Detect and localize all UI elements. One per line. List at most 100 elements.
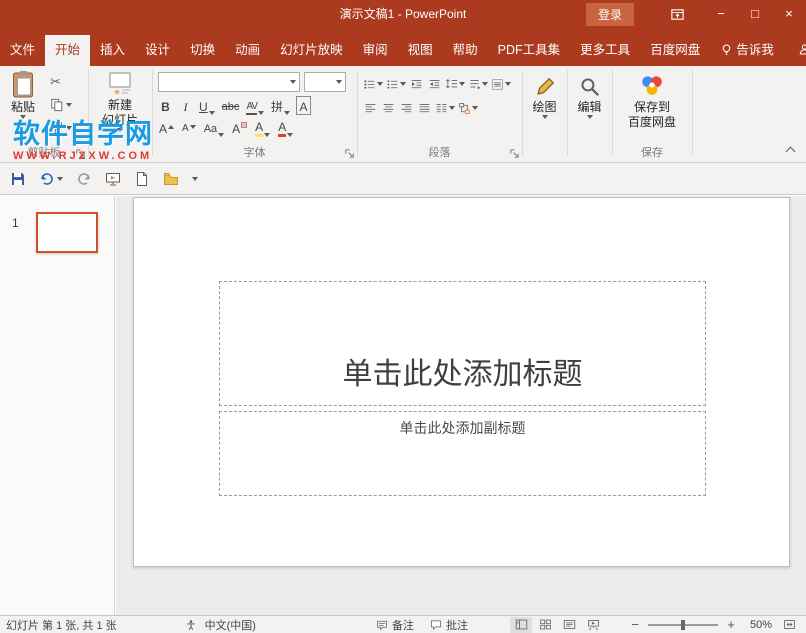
align-right-button[interactable] — [398, 98, 414, 118]
fit-to-window-button[interactable] — [778, 617, 800, 633]
drawing-button[interactable]: 绘图 — [526, 76, 563, 119]
tab-home[interactable]: 开始 — [45, 35, 90, 66]
minimize-button[interactable]: − — [704, 0, 738, 28]
character-spacing-button[interactable]: AV — [245, 96, 265, 115]
tell-me-box[interactable]: 告诉我 — [710, 35, 784, 66]
close-button[interactable]: × — [772, 0, 806, 28]
tab-file[interactable]: 文件 — [0, 35, 45, 66]
zoom-in-button[interactable]: + — [724, 617, 738, 632]
login-button[interactable]: 登录 — [586, 3, 634, 26]
increase-indent-button[interactable] — [426, 74, 442, 94]
clipboard-dialog-launcher[interactable] — [75, 148, 86, 159]
new-slide-button[interactable]: 新建 幻灯片 — [94, 70, 146, 132]
tab-slideshow[interactable]: 幻灯片放映 — [270, 35, 353, 66]
paragraph-group-label: 段落 — [357, 144, 522, 160]
ribbon-display-options-button[interactable] — [660, 0, 694, 28]
line-spacing-button[interactable] — [444, 74, 465, 94]
slide-canvas[interactable]: 单击此处添加标题 单击此处添加副标题 — [133, 197, 790, 567]
title-bar: 演示文稿1 - PowerPoint 登录 − □ × — [0, 0, 806, 28]
tell-me-label: 告诉我 — [736, 43, 774, 57]
align-center-button[interactable] — [380, 98, 396, 118]
normal-view-icon — [515, 618, 528, 631]
font-name-dropdown-arrow — [290, 80, 296, 84]
page-icon — [134, 171, 150, 187]
bold-button[interactable]: B — [158, 96, 173, 115]
font-name-combobox[interactable] — [158, 72, 300, 92]
tab-transitions[interactable]: 切换 — [180, 35, 225, 66]
change-case-button[interactable]: Aa — [203, 118, 225, 137]
character-border-button[interactable]: A — [296, 96, 311, 115]
columns-button[interactable] — [434, 98, 455, 118]
slide-sorter-view-button[interactable] — [534, 617, 556, 633]
font-dialog-launcher[interactable] — [344, 148, 355, 159]
tab-view[interactable]: 视图 — [398, 35, 443, 66]
numbering-icon — [386, 78, 399, 91]
subtitle-placeholder-text: 单击此处添加副标题 — [400, 418, 526, 438]
align-text-button[interactable] — [490, 74, 511, 94]
align-left-button[interactable] — [362, 98, 378, 118]
new-document-button[interactable] — [134, 168, 150, 190]
save-group-label: 保存 — [612, 144, 692, 160]
cut-button[interactable]: ✂ — [48, 72, 74, 92]
tab-review[interactable]: 审阅 — [353, 35, 398, 66]
language-button[interactable]: 中文(中国) — [205, 617, 256, 633]
slideshow-icon — [587, 618, 600, 631]
title-placeholder[interactable]: 单击此处添加标题 — [219, 281, 706, 406]
save-to-baidu-button[interactable]: 保存到 百度网盘 — [620, 72, 684, 130]
text-direction-button[interactable] — [467, 74, 488, 94]
normal-view-button[interactable] — [510, 617, 532, 633]
zoom-out-button[interactable]: − — [628, 617, 642, 632]
zoom-slider-thumb[interactable] — [681, 620, 685, 630]
shrink-font-button[interactable]: A — [181, 118, 197, 137]
person-icon — [798, 43, 806, 56]
tab-more-tools[interactable]: 更多工具 — [570, 35, 640, 66]
format-painter-button[interactable] — [48, 118, 74, 138]
save-button[interactable] — [10, 168, 26, 190]
convert-smartart-button[interactable] — [457, 98, 478, 118]
redo-button[interactable] — [76, 168, 92, 190]
font-size-combobox[interactable] — [304, 72, 346, 92]
open-folder-button[interactable] — [163, 168, 179, 190]
collapse-ribbon-button[interactable] — [782, 145, 798, 157]
bullets-button[interactable] — [362, 74, 383, 94]
zoom-slider[interactable] — [648, 624, 718, 626]
justify-button[interactable] — [416, 98, 432, 118]
copy-button[interactable] — [48, 95, 74, 115]
phonetic-guide-button[interactable]: 拼 — [270, 96, 291, 115]
tab-animations[interactable]: 动画 — [225, 35, 270, 66]
customize-qat-button[interactable] — [192, 168, 198, 190]
tab-baidu-netdisk[interactable]: 百度网盘 — [640, 35, 710, 66]
maximize-button[interactable]: □ — [738, 0, 772, 28]
slide-thumbnail[interactable] — [36, 212, 98, 253]
subtitle-placeholder[interactable]: 单击此处添加副标题 — [219, 411, 706, 496]
clear-formatting-button[interactable]: A — [231, 118, 248, 137]
outdent-icon — [410, 78, 423, 91]
numbering-button[interactable] — [385, 74, 406, 94]
zoom-level[interactable]: 50% — [744, 619, 772, 631]
start-slideshow-button[interactable] — [105, 168, 121, 190]
grow-font-button[interactable]: A — [158, 118, 175, 137]
reading-view-button[interactable] — [558, 617, 580, 633]
new-slide-dropdown-arrow — [117, 128, 123, 132]
slideshow-view-button[interactable] — [582, 617, 604, 633]
slide-editing-area[interactable]: 单击此处添加标题 单击此处添加副标题 — [116, 196, 806, 615]
accessibility-button[interactable] — [185, 619, 197, 631]
paragraph-dialog-launcher[interactable] — [509, 148, 520, 159]
highlight-color-button[interactable]: A — [254, 118, 271, 137]
notes-button[interactable]: 备注 — [376, 617, 414, 633]
italic-button[interactable]: I — [178, 96, 193, 115]
font-color-button[interactable]: A — [277, 118, 294, 137]
paste-icon — [11, 70, 36, 98]
tab-design[interactable]: 设计 — [135, 35, 180, 66]
comments-button[interactable]: 批注 — [430, 617, 468, 633]
paste-button[interactable]: 粘贴 — [4, 70, 42, 119]
editing-button[interactable]: 编辑 — [571, 76, 608, 119]
tab-insert[interactable]: 插入 — [90, 35, 135, 66]
decrease-indent-button[interactable] — [408, 74, 424, 94]
underline-button[interactable]: U — [198, 96, 216, 115]
strikethrough-button[interactable]: abc — [221, 96, 241, 115]
undo-button[interactable] — [39, 168, 63, 190]
share-button[interactable]: 共享 — [784, 35, 806, 66]
tab-help[interactable]: 帮助 — [443, 35, 488, 66]
tab-pdf-tools[interactable]: PDF工具集 — [488, 35, 571, 66]
